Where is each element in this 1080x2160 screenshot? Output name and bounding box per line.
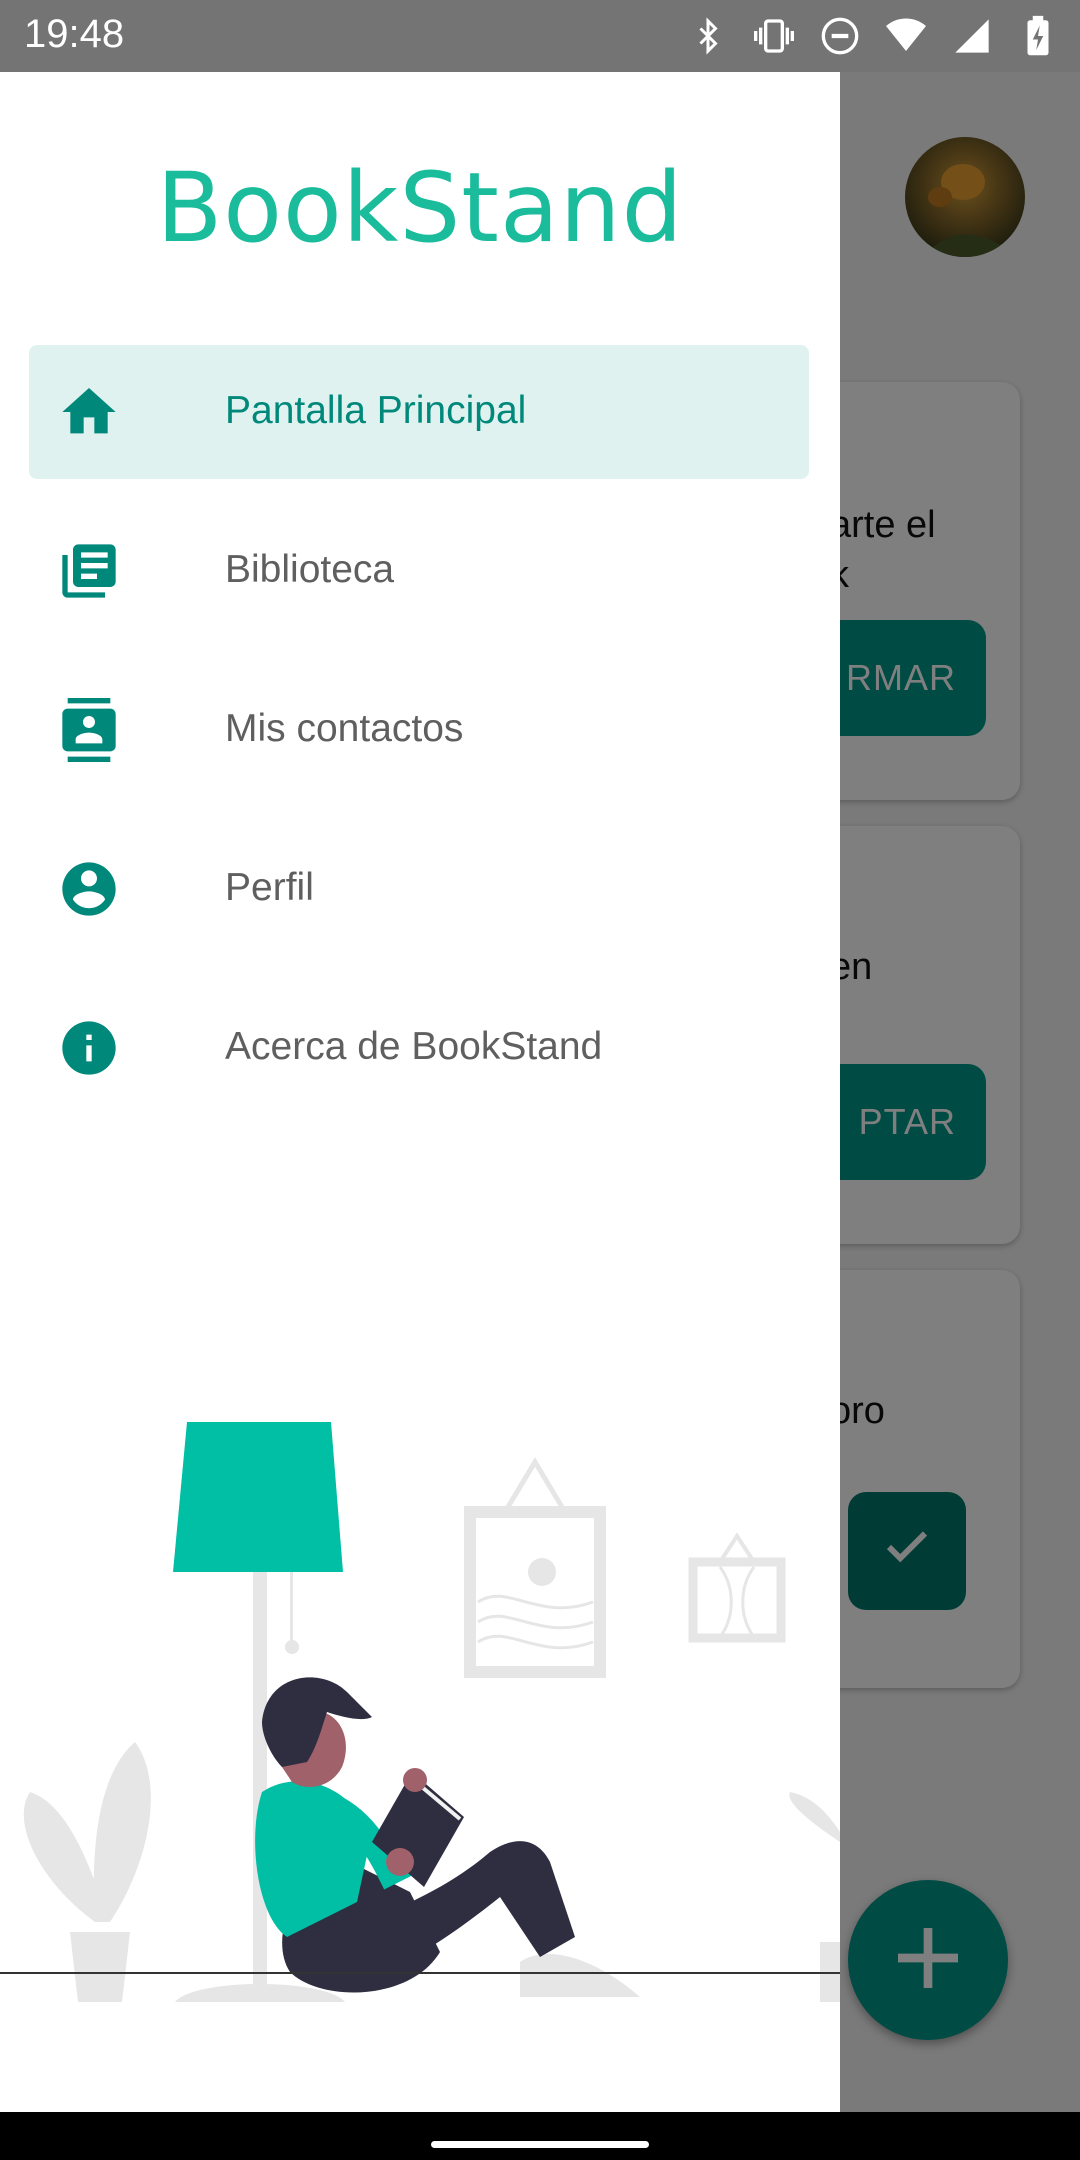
app-title: BookStand <box>156 152 684 264</box>
status-time: 19:48 <box>24 12 125 56</box>
drawer-item-contacts[interactable]: Mis contactos <box>29 663 809 797</box>
drawer-item-profile[interactable]: Perfil <box>29 822 809 956</box>
drawer-item-label: Mis contactos <box>225 707 464 750</box>
reading-illustration <box>0 1322 840 2052</box>
info-icon <box>57 1016 121 1080</box>
drawer-item-label: Pantalla Principal <box>225 389 527 432</box>
battery-charging-icon <box>1016 14 1060 58</box>
library-books-icon <box>57 539 121 603</box>
drawer-item-home[interactable]: Pantalla Principal <box>29 345 809 479</box>
do-not-disturb-icon <box>818 14 862 58</box>
cell-signal-icon <box>950 14 994 58</box>
bluetooth-icon <box>686 14 730 58</box>
home-icon <box>57 380 121 444</box>
home-gesture-handle[interactable] <box>431 2141 649 2148</box>
status-bar: 19:48 <box>0 0 1080 72</box>
vibrate-icon <box>752 14 796 58</box>
drawer-item-label: Acerca de BookStand <box>225 1025 603 1068</box>
account-circle-icon <box>57 857 121 921</box>
drawer-item-label: Perfil <box>225 866 314 909</box>
system-navigation-bar <box>0 2112 1080 2160</box>
drawer-item-about[interactable]: Acerca de BookStand <box>29 981 809 1115</box>
navigation-drawer: BookStand Pantalla Principal Biblioteca … <box>0 72 840 2112</box>
drawer-item-library[interactable]: Biblioteca <box>29 504 809 638</box>
status-icons <box>686 14 1060 58</box>
drawer-item-label: Biblioteca <box>225 548 395 591</box>
illustration-floor-line <box>0 1972 840 1974</box>
wifi-icon <box>884 14 928 58</box>
contacts-icon <box>57 698 121 762</box>
